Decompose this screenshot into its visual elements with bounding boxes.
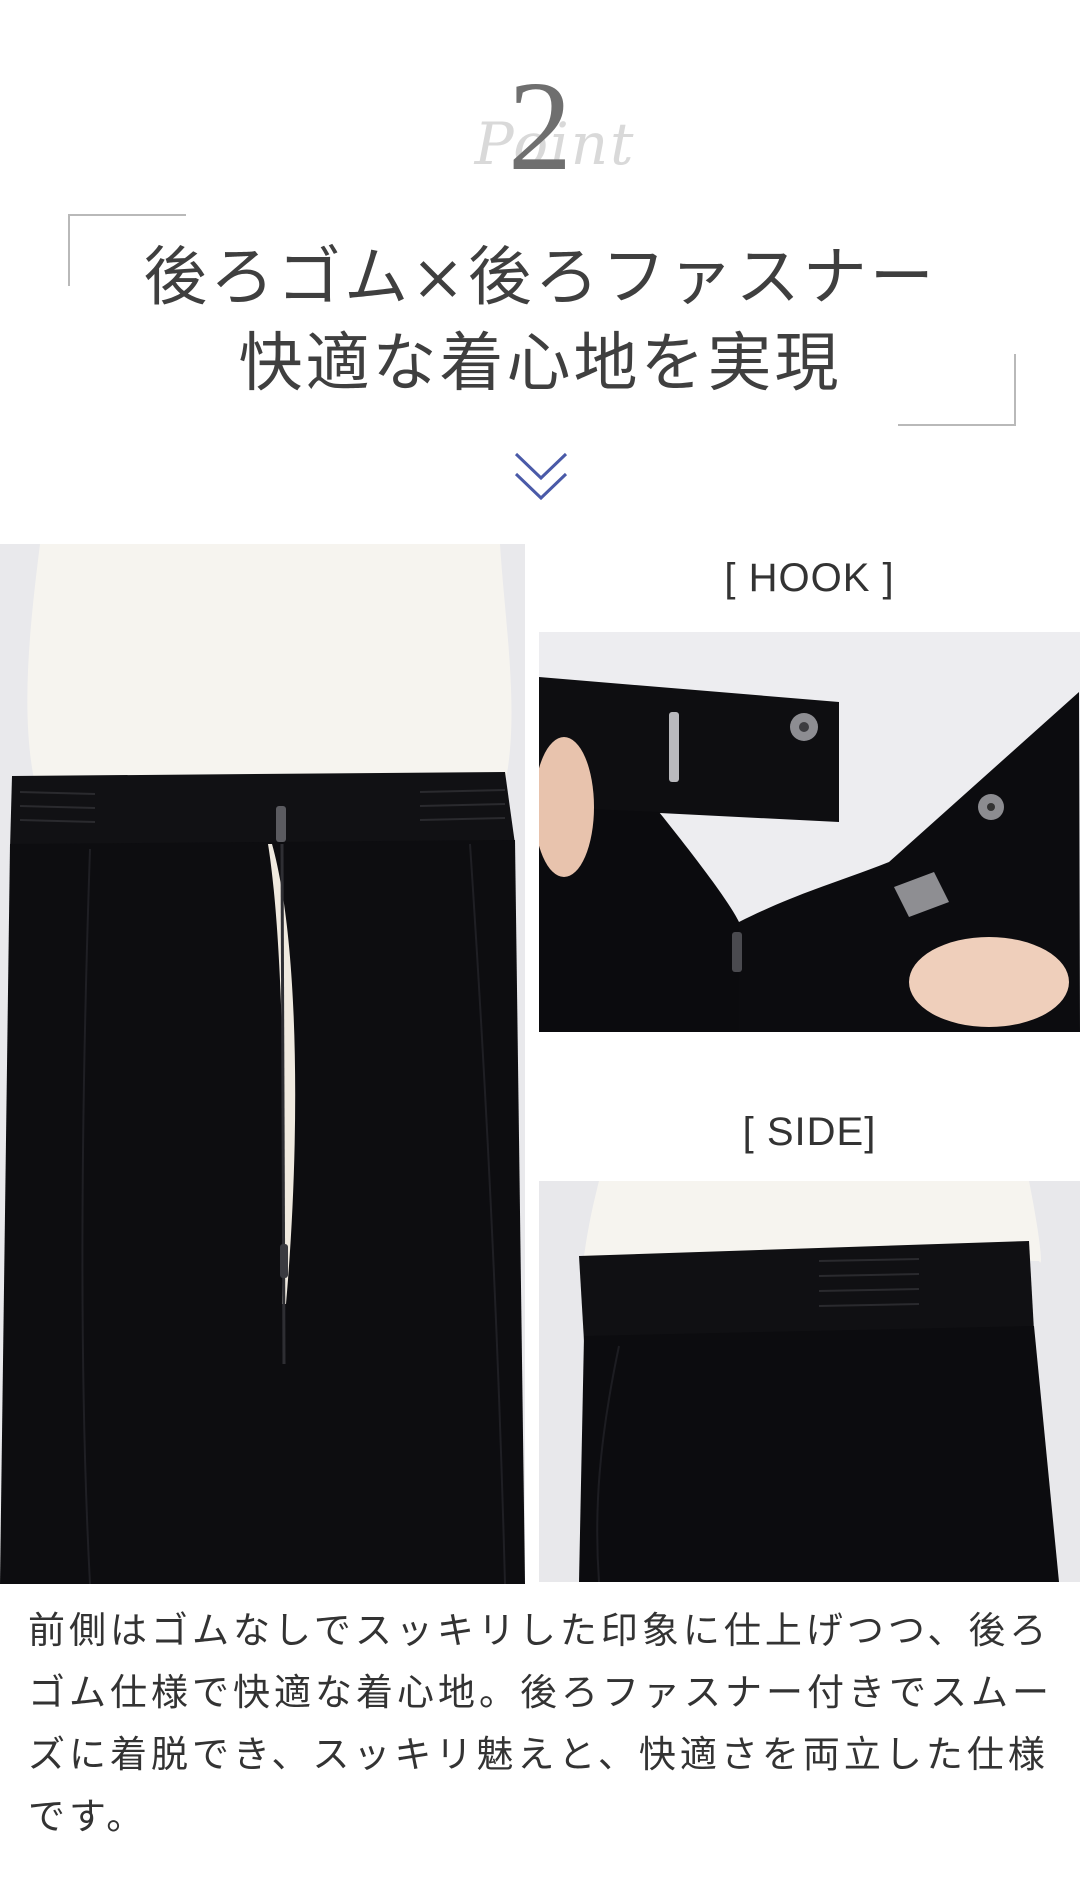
title-line-1: 後ろゴム×後ろファスナー bbox=[143, 241, 937, 315]
description-text: 前側はゴムなしでスッキリした印象に仕上げつつ、後ろ ゴム仕様で快適な着心地。後ろ… bbox=[28, 1600, 1058, 1848]
section-title: 後ろゴム×後ろファスナー 快適な着心地を実現 bbox=[100, 235, 980, 407]
description-line-3: ズに着脱でき、スッキリ魅えと、快適さを両立した仕様 bbox=[28, 1733, 1049, 1776]
side-detail-photo bbox=[539, 1181, 1080, 1582]
title-line-2: 快適な着心地を実現 bbox=[238, 327, 842, 401]
double-chevron-down-icon bbox=[514, 452, 568, 501]
hook-detail-photo bbox=[539, 632, 1080, 1032]
description-line-4: です。 bbox=[28, 1795, 148, 1838]
description-line-2: ゴム仕様で快適な着心地。後ろファスナー付きでスムー bbox=[28, 1671, 1053, 1714]
description-line-1: 前側はゴムなしでスッキリした印象に仕上げつつ、後ろ bbox=[28, 1609, 1051, 1652]
hook-label: [ HOOK ] bbox=[724, 556, 895, 600]
side-label: [ SIDE] bbox=[742, 1110, 877, 1154]
skirt-back-photo bbox=[0, 544, 525, 1584]
point-number: 2 bbox=[508, 55, 572, 197]
